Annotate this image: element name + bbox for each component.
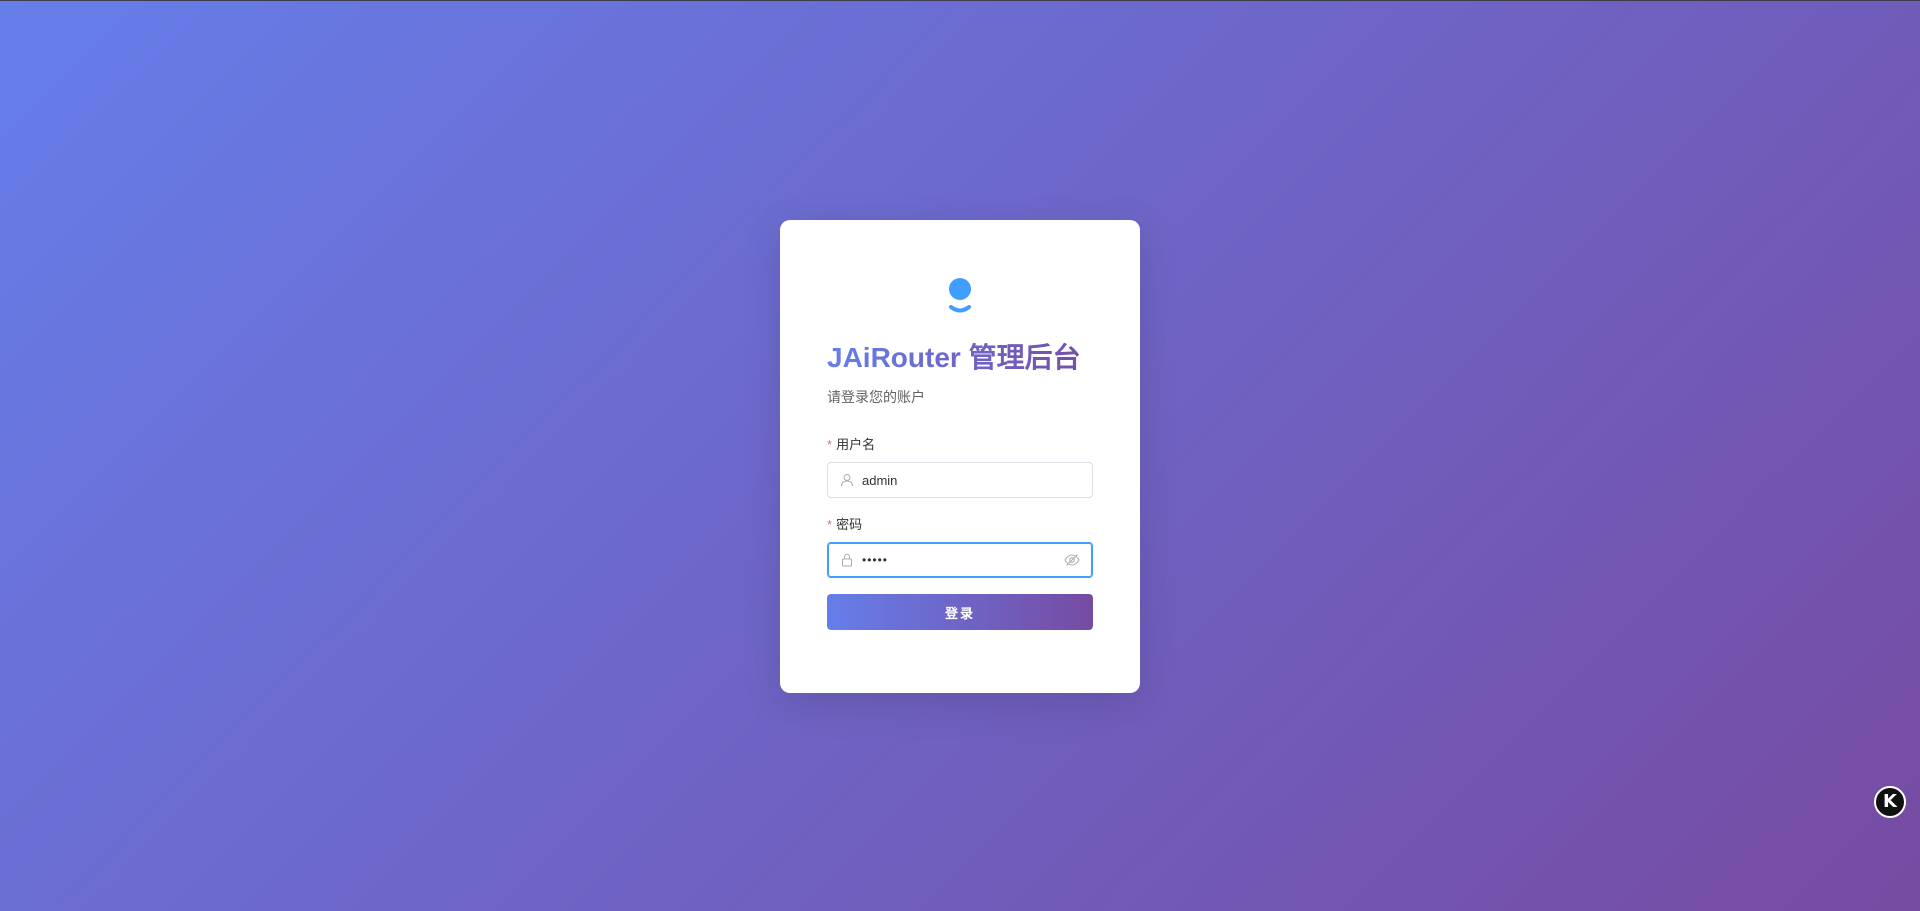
lock-icon [842, 553, 852, 567]
user-icon [841, 474, 853, 487]
username-label-text: 用户名 [836, 437, 876, 452]
logo-icon [949, 278, 971, 313]
login-button[interactable]: 登录 [827, 594, 1093, 630]
page-title: JAiRouter 管理后台 [827, 340, 1107, 376]
login-card: JAiRouter 管理后台 请登录您的账户 * 用户名 admin * 密码 ••… [780, 220, 1140, 693]
k-badge-icon[interactable]: K [1874, 786, 1906, 818]
password-field[interactable]: ••••• [827, 542, 1093, 578]
eye-off-icon[interactable] [1064, 553, 1080, 567]
required-mark: * [827, 517, 833, 532]
username-label: * 用户名 [827, 436, 875, 454]
password-label-text: 密码 [836, 517, 863, 532]
top-border [0, 0, 1920, 1]
required-mark: * [827, 437, 833, 452]
username-field[interactable]: admin [827, 462, 1093, 498]
username-value: admin [862, 472, 898, 488]
password-value: ••••• [862, 553, 889, 567]
password-label: * 密码 [827, 516, 862, 534]
page-subtitle: 请登录您的账户 [827, 389, 925, 405]
